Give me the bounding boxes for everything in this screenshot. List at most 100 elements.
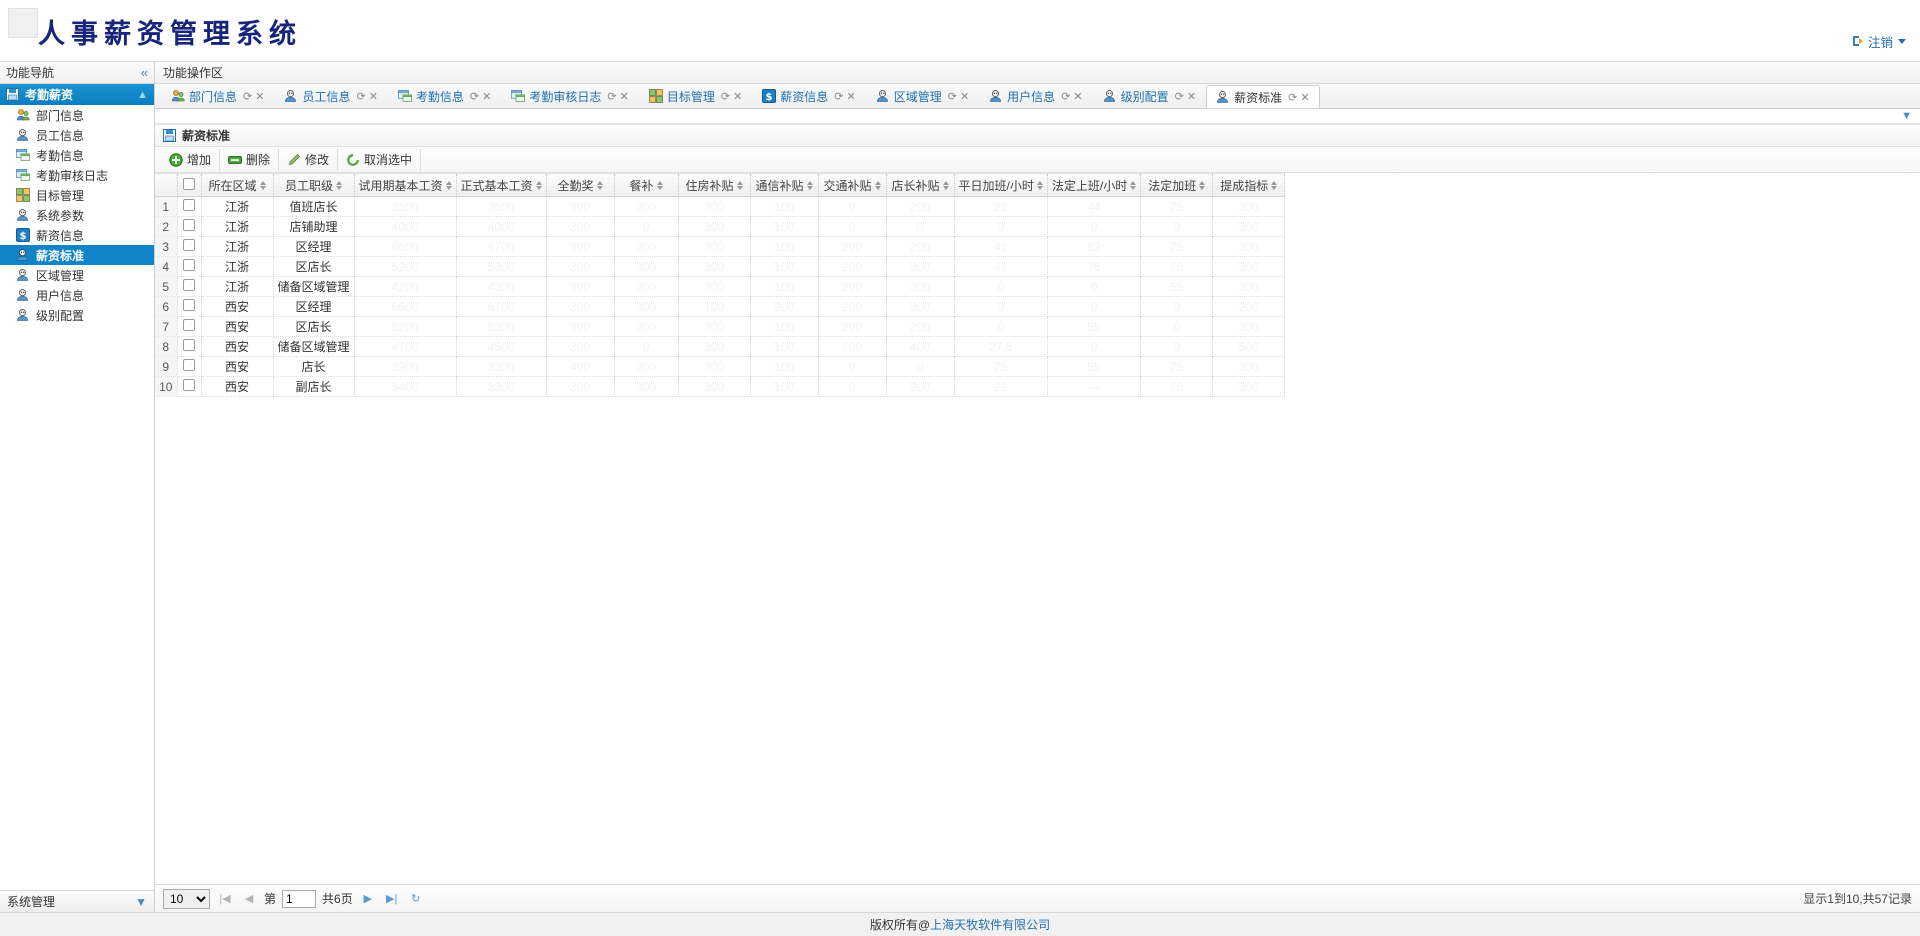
grid-col-transport[interactable]: 交通补贴: [818, 174, 886, 197]
table-row[interactable]: 5江浙储备区域管理4200430030030030010020030000553…: [155, 277, 1285, 297]
page-number-input[interactable]: [282, 890, 316, 908]
sort-toggle-icon[interactable]: [446, 181, 452, 190]
row-select-cell[interactable]: [177, 257, 201, 277]
tab-refresh-icon[interactable]: ⟳: [948, 90, 957, 103]
grid-col-legal_work[interactable]: 法定上班/小时: [1047, 174, 1140, 197]
row-select-cell[interactable]: [177, 317, 201, 337]
row-checkbox[interactable]: [183, 379, 195, 391]
tab-refresh-icon[interactable]: ⟳: [470, 90, 479, 103]
chevron-down-icon[interactable]: ▼: [135, 895, 147, 909]
grid-col-commission[interactable]: 提成指标: [1213, 174, 1285, 197]
sort-toggle-icon[interactable]: [1199, 181, 1205, 190]
table-row[interactable]: 2江浙店铺助理40004000300030010000000300: [155, 217, 1285, 237]
tab-8[interactable]: 用户信息⟳✕: [979, 84, 1092, 108]
add-button[interactable]: 增加: [161, 149, 220, 171]
cancel-selection-button[interactable]: 取消选中: [338, 149, 421, 171]
table-row[interactable]: 3江浙区经理6600670030030030010020020041827530…: [155, 237, 1285, 257]
sidebar-item-system-params[interactable]: 系统参数: [0, 205, 154, 225]
sort-toggle-icon[interactable]: [875, 181, 881, 190]
row-select-cell[interactable]: [177, 337, 201, 357]
tab-close-icon[interactable]: ✕: [369, 90, 378, 103]
row-checkbox[interactable]: [183, 359, 195, 371]
sidebar-item-target-management[interactable]: 目标管理: [0, 185, 154, 205]
sidebar-item-employee[interactable]: 员工信息: [0, 125, 154, 145]
sidebar-group-system-management[interactable]: 系统管理 ▼: [0, 890, 154, 912]
sidebar-item-attendance-audit-log[interactable]: 考勤审核日志: [0, 165, 154, 185]
sort-toggle-icon[interactable]: [260, 181, 266, 190]
table-row[interactable]: 10西安副店长34003300300300300100020022—75300: [155, 377, 1285, 397]
sidebar-item-salary-info[interactable]: $ 薪资信息: [0, 225, 154, 245]
grid-col-area[interactable]: 所在区域: [201, 174, 273, 197]
sidebar-item-salary-standard[interactable]: 薪资标准: [0, 245, 154, 265]
last-page-button[interactable]: ▶|: [383, 890, 401, 908]
tab-close-icon[interactable]: ✕: [1187, 90, 1196, 103]
tab-refresh-icon[interactable]: ⟳: [356, 90, 365, 103]
tab-close-icon[interactable]: ✕: [960, 90, 969, 103]
prev-page-button[interactable]: ◀: [240, 890, 258, 908]
sort-toggle-icon[interactable]: [336, 181, 342, 190]
grid-col-select-all[interactable]: [177, 174, 201, 197]
tab-refresh-icon[interactable]: ⟳: [834, 90, 843, 103]
grid-col-full_bonus[interactable]: 全勤奖: [546, 174, 614, 197]
sort-toggle-icon[interactable]: [943, 181, 949, 190]
row-select-cell[interactable]: [177, 237, 201, 257]
tab-2[interactable]: 员工信息⟳✕: [274, 84, 387, 108]
grid-col-formal_base[interactable]: 正式基本工资: [456, 174, 546, 197]
refresh-button[interactable]: ↻: [407, 890, 425, 908]
tab-close-icon[interactable]: ✕: [255, 90, 264, 103]
page-size-select[interactable]: 10203050100: [163, 889, 210, 909]
sort-toggle-icon[interactable]: [737, 181, 743, 190]
sort-toggle-icon[interactable]: [657, 181, 663, 190]
company-link[interactable]: 上海天牧软件有限公司: [930, 916, 1050, 933]
tab-10[interactable]: 薪资标准⟳✕: [1206, 85, 1319, 109]
tab-refresh-icon[interactable]: ⟳: [243, 90, 252, 103]
chevron-down-icon[interactable]: ▼: [1901, 110, 1912, 122]
grid-col-manager_sub[interactable]: 店长补贴: [886, 174, 954, 197]
sort-toggle-icon[interactable]: [1271, 181, 1277, 190]
row-checkbox[interactable]: [183, 239, 195, 251]
row-select-cell[interactable]: [177, 217, 201, 237]
row-checkbox[interactable]: [183, 199, 195, 211]
tab-4[interactable]: 考勤审核日志⟳✕: [501, 84, 638, 108]
tab-1[interactable]: 部门信息⟳✕: [161, 84, 274, 108]
tab-6[interactable]: $薪资信息⟳✕: [752, 84, 865, 108]
sidebar-item-area-management[interactable]: 区域管理: [0, 265, 154, 285]
grid-col-legal_ot[interactable]: 法定加班: [1141, 174, 1213, 197]
chevron-up-icon[interactable]: ▲: [137, 89, 148, 101]
sort-toggle-icon[interactable]: [1130, 181, 1136, 190]
sidebar-item-user-info[interactable]: 用户信息: [0, 285, 154, 305]
sidebar-item-department[interactable]: 部门信息: [0, 105, 154, 125]
tab-refresh-icon[interactable]: ⟳: [721, 90, 730, 103]
row-checkbox[interactable]: [183, 259, 195, 271]
sidebar-item-attendance[interactable]: 考勤信息: [0, 145, 154, 165]
sort-toggle-icon[interactable]: [807, 181, 813, 190]
tab-9[interactable]: 级别配置⟳✕: [1093, 84, 1206, 108]
table-row[interactable]: 4江浙区店长5200530030030030010020030041757530…: [155, 257, 1285, 277]
first-page-button[interactable]: |◀: [216, 890, 234, 908]
tab-refresh-icon[interactable]: ⟳: [1175, 90, 1184, 103]
row-select-cell[interactable]: [177, 197, 201, 217]
tab-5[interactable]: 目标管理⟳✕: [639, 84, 752, 108]
grid-col-rank[interactable]: 员工职级: [273, 174, 354, 197]
grid-col-comm[interactable]: 通信补贴: [750, 174, 818, 197]
tab-refresh-icon[interactable]: ⟳: [607, 90, 616, 103]
table-row[interactable]: 7西安区店长520053003003003001002002000550300: [155, 317, 1285, 337]
tab-7[interactable]: 区域管理⟳✕: [866, 84, 979, 108]
grid-col-trial_base[interactable]: 试用期基本工资: [354, 174, 456, 197]
sidebar-group-attendance-payroll[interactable]: 考勤薪资 ▲: [0, 84, 154, 105]
table-row[interactable]: 6西安区经理66006700300300100200200300000200: [155, 297, 1285, 317]
tab-refresh-icon[interactable]: ⟳: [1288, 91, 1297, 104]
table-row[interactable]: 1江浙值班店长350036003003003001000200224475300: [155, 197, 1285, 217]
select-all-checkbox[interactable]: [183, 178, 195, 190]
row-select-cell[interactable]: [177, 277, 201, 297]
chevron-left-double-icon[interactable]: «: [141, 65, 148, 80]
row-checkbox[interactable]: [183, 319, 195, 331]
tab-close-icon[interactable]: ✕: [482, 90, 491, 103]
row-checkbox[interactable]: [183, 299, 195, 311]
tab-close-icon[interactable]: ✕: [620, 90, 629, 103]
grid-col-ot_weekday[interactable]: 平日加班/小时: [954, 174, 1047, 197]
row-select-cell[interactable]: [177, 377, 201, 397]
tab-close-icon[interactable]: ✕: [733, 90, 742, 103]
data-grid-wrapper[interactable]: 所在区域员工职级试用期基本工资正式基本工资全勤奖餐补住房补贴通信补贴交通补贴店长…: [155, 173, 1920, 884]
row-checkbox[interactable]: [183, 219, 195, 231]
